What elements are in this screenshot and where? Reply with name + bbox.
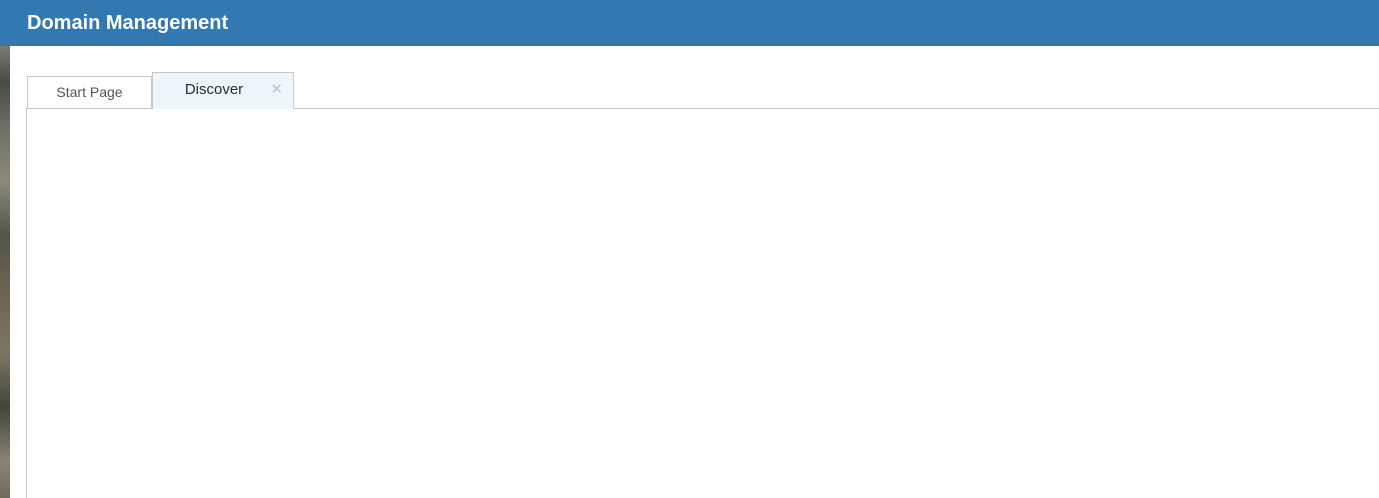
tab-discover[interactable]: Discover ✕ (152, 72, 294, 109)
tab-discover-label: Discover (185, 73, 243, 107)
tab-start-page[interactable]: Start Page (27, 76, 152, 108)
window-title: Domain Management (27, 0, 228, 46)
discover-tab-panel (26, 108, 1379, 498)
background-desktop-sliver (0, 46, 10, 498)
tab-start-page-label: Start Page (28, 77, 151, 108)
tab-close-icon[interactable]: ✕ (270, 82, 283, 98)
window-title-bar: Domain Management (0, 0, 1379, 46)
domain-management-window: Domain Management Start Page Discover ✕ … (0, 0, 1379, 498)
